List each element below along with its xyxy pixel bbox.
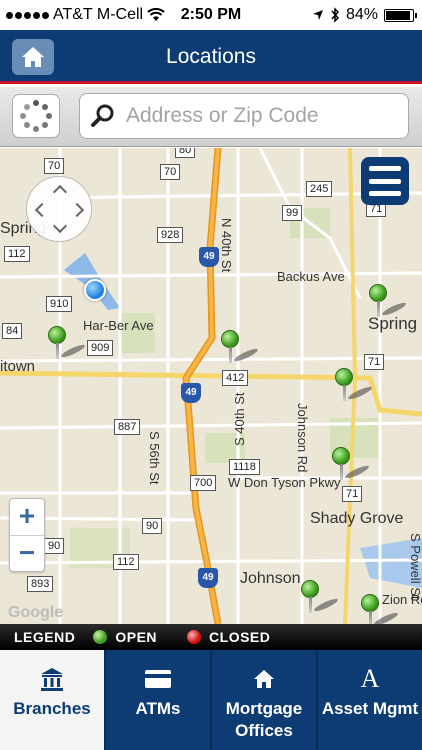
pan-left-arrow-icon[interactable] bbox=[34, 202, 50, 218]
battery-icon bbox=[384, 8, 417, 22]
route-shield: 700 bbox=[190, 475, 217, 491]
pan-up-arrow-icon[interactable] bbox=[52, 184, 68, 200]
house-icon bbox=[254, 670, 274, 688]
interstate-shield: 49 bbox=[199, 247, 219, 267]
route-shield: 71 bbox=[364, 354, 385, 370]
map-pan-control[interactable] bbox=[26, 176, 92, 242]
location-arrow-icon bbox=[312, 10, 323, 20]
search-field[interactable] bbox=[79, 93, 409, 139]
route-shield: 99 bbox=[282, 205, 303, 221]
bluetooth-icon bbox=[331, 7, 339, 23]
branch-pin-open[interactable] bbox=[221, 330, 260, 364]
zoom-in-button[interactable]: + bbox=[10, 499, 44, 535]
interstate-shield: 49 bbox=[181, 383, 201, 403]
road-label: S Powell St bbox=[408, 533, 422, 600]
branch-pin-open[interactable] bbox=[335, 368, 374, 402]
menu-bar bbox=[369, 191, 401, 196]
route-shield: 90 bbox=[44, 538, 65, 554]
branch-pin-open[interactable] bbox=[301, 580, 340, 614]
tab-label: Branches bbox=[13, 699, 91, 718]
current-location-dot bbox=[84, 279, 106, 301]
route-shield: 893 bbox=[27, 576, 54, 592]
tab-label: Mortgage Offices bbox=[225, 699, 303, 740]
route-shield: 928 bbox=[157, 227, 184, 243]
route-shield: 80 bbox=[175, 148, 196, 158]
route-shield: 70 bbox=[44, 158, 65, 174]
route-shield: 909 bbox=[87, 340, 114, 356]
zoom-out-button[interactable]: − bbox=[10, 536, 44, 572]
locate-me-button[interactable] bbox=[12, 94, 60, 138]
route-shield: 910 bbox=[46, 296, 73, 312]
road-label: S 40th St bbox=[232, 392, 247, 446]
route-shield: 245 bbox=[306, 181, 333, 197]
page-title: Locations bbox=[166, 45, 256, 68]
place-label: Shady Grove bbox=[310, 510, 404, 527]
interstate-shield: 49 bbox=[198, 568, 218, 588]
map-view[interactable]: 70 70 80 245 99 928 910 909 84 887 1118 … bbox=[0, 148, 422, 624]
status-right: 84% bbox=[312, 6, 417, 24]
road-label: Zion Rd bbox=[382, 592, 422, 607]
tab-label: Asset Mgmt bbox=[321, 699, 419, 718]
branch-pin-open[interactable] bbox=[48, 326, 87, 360]
tab-asset-mgmt[interactable]: A Asset Mgmt bbox=[318, 650, 422, 750]
route-shield: 887 bbox=[114, 419, 141, 435]
tab-label: ATMs bbox=[135, 699, 181, 718]
search-input[interactable] bbox=[126, 104, 406, 128]
road-label: N 40th St bbox=[219, 218, 234, 273]
bank-icon bbox=[41, 668, 63, 691]
road-label: Johnson Rd bbox=[295, 403, 310, 473]
loading-spinner-icon bbox=[20, 100, 52, 132]
road-label: Backus Ave bbox=[277, 269, 345, 284]
closed-dot-icon bbox=[187, 630, 202, 644]
status-bar: AT&T M-Cell 2:50 PM 84% bbox=[0, 0, 422, 30]
place-label: itown bbox=[0, 358, 36, 375]
route-shield: 412 bbox=[222, 370, 249, 386]
open-dot-icon bbox=[93, 630, 108, 644]
tab-bar: Branches ATMs Mortgage Offices A Asset M… bbox=[0, 650, 422, 750]
legend-open-label: OPEN bbox=[115, 629, 158, 645]
road-label: W Don Tyson Pkwy bbox=[228, 475, 341, 490]
tab-mortgage-offices[interactable]: Mortgage Offices bbox=[212, 650, 318, 750]
route-shield: 112 bbox=[4, 246, 30, 262]
route-shield: 84 bbox=[2, 323, 23, 339]
nav-bar: Locations bbox=[0, 30, 422, 84]
battery-percent: 84% bbox=[345, 6, 378, 23]
branch-pin-open[interactable] bbox=[361, 594, 400, 624]
menu-bar bbox=[369, 178, 401, 184]
route-shield: 71 bbox=[342, 486, 363, 502]
place-label: Johnson bbox=[240, 570, 301, 587]
route-shield: 70 bbox=[160, 164, 181, 180]
legend-bar: LEGEND OPEN CLOSED bbox=[0, 624, 422, 650]
tab-branches[interactable]: Branches bbox=[0, 650, 106, 750]
search-bar bbox=[0, 87, 422, 147]
place-label: Spring bbox=[368, 314, 418, 333]
route-shield: 112 bbox=[113, 554, 139, 570]
legend-title: LEGEND bbox=[14, 629, 76, 645]
road-label: S 56th St bbox=[147, 431, 162, 485]
road-label: Har-Ber Ave bbox=[83, 318, 154, 333]
legend-closed-label: CLOSED bbox=[209, 629, 271, 645]
zoom-control: + − bbox=[9, 498, 45, 572]
search-icon bbox=[91, 104, 114, 127]
card-icon bbox=[145, 670, 171, 688]
google-watermark: Google bbox=[8, 604, 64, 621]
pan-right-arrow-icon[interactable] bbox=[69, 202, 85, 218]
menu-button[interactable] bbox=[361, 157, 409, 205]
menu-bar bbox=[369, 166, 401, 171]
branch-pin-open[interactable] bbox=[332, 447, 371, 481]
branch-pin-open[interactable] bbox=[369, 284, 408, 318]
pan-down-arrow-icon[interactable] bbox=[52, 218, 68, 234]
asset-icon: A bbox=[360, 664, 380, 693]
route-shield: 1118 bbox=[229, 459, 260, 475]
tab-atms[interactable]: ATMs bbox=[106, 650, 212, 750]
route-shield: 90 bbox=[142, 518, 163, 534]
